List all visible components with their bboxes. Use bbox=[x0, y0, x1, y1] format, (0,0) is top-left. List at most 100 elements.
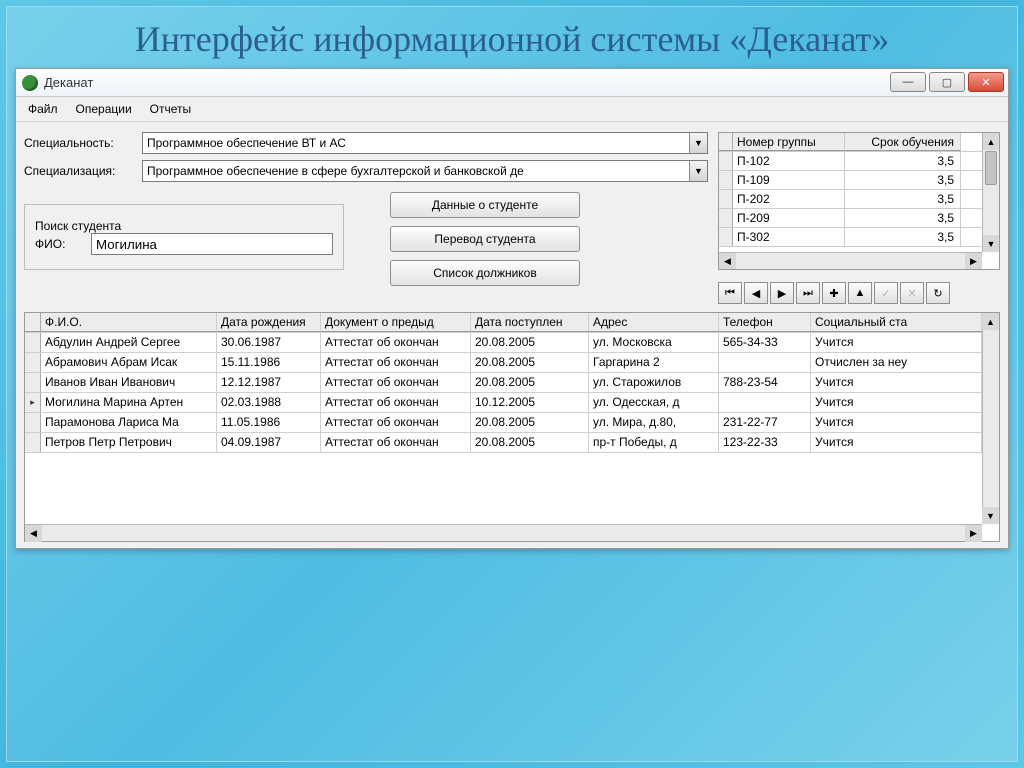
scroll-right-icon[interactable]: ▶ bbox=[965, 253, 982, 269]
grid-hscrollbar[interactable]: ◀ ▶ bbox=[25, 524, 982, 541]
nav-prev-button[interactable]: ◀ bbox=[744, 282, 768, 304]
cell-dob: 04.09.1987 bbox=[217, 433, 321, 452]
groups-table[interactable]: Номер группы Срок обучения П-1023,5П-109… bbox=[718, 132, 1000, 270]
menu-file[interactable]: Файл bbox=[20, 99, 66, 119]
cell-address: ул. Мира, д.80, bbox=[589, 413, 719, 432]
titlebar: Деканат — ▢ ✕ bbox=[16, 69, 1008, 97]
close-button[interactable]: ✕ bbox=[968, 72, 1004, 92]
nav-delete-button[interactable]: ▲ bbox=[848, 282, 872, 304]
cell-social: Учится bbox=[811, 393, 982, 412]
debtors-list-button[interactable]: Список должников bbox=[390, 260, 580, 286]
scroll-left-icon[interactable]: ◀ bbox=[719, 253, 736, 269]
student-row[interactable]: Петров Петр Петрович04.09.1987Аттестат о… bbox=[25, 433, 982, 453]
cell-admission: 10.12.2005 bbox=[471, 393, 589, 412]
cell-address: ул. Московска bbox=[589, 333, 719, 352]
cell-social: Учится bbox=[811, 433, 982, 452]
groups-hscrollbar[interactable]: ◀ ▶ bbox=[719, 252, 982, 269]
search-group: Поиск студента ФИО: bbox=[24, 204, 344, 270]
cell-group: П-209 bbox=[733, 209, 845, 227]
groups-col-group[interactable]: Номер группы bbox=[733, 133, 845, 151]
groups-row[interactable]: П-2023,5 bbox=[719, 190, 982, 209]
maximize-button[interactable]: ▢ bbox=[929, 72, 965, 92]
col-fio[interactable]: Ф.И.О. bbox=[41, 313, 217, 332]
nav-first-button[interactable]: ⏮ bbox=[718, 282, 742, 304]
cell-address: Гаргарина 2 bbox=[589, 353, 719, 372]
col-address[interactable]: Адрес bbox=[589, 313, 719, 332]
groups-col-term[interactable]: Срок обучения bbox=[845, 133, 961, 151]
col-social[interactable]: Социальный ста bbox=[811, 313, 982, 332]
cell-fio: Абрамович Абрам Исак bbox=[41, 353, 217, 372]
row-pointer-icon bbox=[25, 373, 41, 392]
col-dob[interactable]: Дата рождения bbox=[217, 313, 321, 332]
col-doc[interactable]: Документ о предыд bbox=[321, 313, 471, 332]
student-row[interactable]: Абдулин Андрей Сергее30.06.1987Аттестат … bbox=[25, 333, 982, 353]
cell-group: П-109 bbox=[733, 171, 845, 189]
row-pointer-icon bbox=[25, 333, 41, 352]
app-window: Деканат — ▢ ✕ Файл Операции Отчеты Специ… bbox=[15, 68, 1009, 549]
groups-row[interactable]: П-3023,5 bbox=[719, 228, 982, 247]
cell-social: Учится bbox=[811, 413, 982, 432]
col-phone[interactable]: Телефон bbox=[719, 313, 811, 332]
cell-admission: 20.08.2005 bbox=[471, 373, 589, 392]
cell-dob: 15.11.1986 bbox=[217, 353, 321, 372]
scroll-up-icon[interactable]: ▲ bbox=[983, 133, 999, 150]
cell-term: 3,5 bbox=[845, 209, 961, 227]
cell-doc: Аттестат об окончан bbox=[321, 413, 471, 432]
scroll-up-icon[interactable]: ▲ bbox=[982, 313, 999, 330]
nav-refresh-button[interactable]: ↻ bbox=[926, 282, 950, 304]
nav-next-button[interactable]: ▶ bbox=[770, 282, 794, 304]
chevron-down-icon[interactable]: ▼ bbox=[689, 133, 707, 153]
scroll-thumb[interactable] bbox=[985, 151, 997, 185]
groups-row[interactable]: П-1093,5 bbox=[719, 171, 982, 190]
groups-rowheader bbox=[719, 133, 733, 151]
cell-term: 3,5 bbox=[845, 190, 961, 208]
grid-corner bbox=[25, 313, 41, 332]
student-row[interactable]: Абрамович Абрам Исак15.11.1986Аттестат о… bbox=[25, 353, 982, 373]
row-header bbox=[719, 152, 733, 170]
transfer-student-button[interactable]: Перевод студента bbox=[390, 226, 580, 252]
menu-operations[interactable]: Операции bbox=[68, 99, 140, 119]
specialty-combo[interactable]: Программное обеспечение ВТ и АС ▼ bbox=[142, 132, 708, 154]
specialty-value: Программное обеспечение ВТ и АС bbox=[143, 136, 689, 150]
cell-admission: 20.08.2005 bbox=[471, 353, 589, 372]
scroll-down-icon[interactable]: ▼ bbox=[983, 235, 999, 252]
scroll-down-icon[interactable]: ▼ bbox=[982, 507, 999, 524]
student-row[interactable]: Иванов Иван Иванович12.12.1987Аттестат о… bbox=[25, 373, 982, 393]
app-icon bbox=[22, 75, 38, 91]
student-row[interactable]: Парамонова Лариса Ма11.05.1986Аттестат о… bbox=[25, 413, 982, 433]
cell-fio: Иванов Иван Иванович bbox=[41, 373, 217, 392]
groups-vscrollbar[interactable]: ▲ ▼ bbox=[982, 133, 999, 252]
specialty-label: Специальность: bbox=[24, 136, 134, 150]
groups-row[interactable]: П-2093,5 bbox=[719, 209, 982, 228]
col-admission[interactable]: Дата поступлен bbox=[471, 313, 589, 332]
specialization-combo[interactable]: Программное обеспечение в сфере бухгалте… bbox=[142, 160, 708, 182]
student-row[interactable]: ▸Могилина Марина Артен02.03.1988Аттестат… bbox=[25, 393, 982, 413]
grid-vscrollbar[interactable]: ▲ ▼ bbox=[982, 313, 999, 524]
row-pointer-icon bbox=[25, 433, 41, 452]
scroll-left-icon[interactable]: ◀ bbox=[25, 525, 42, 542]
minimize-button[interactable]: — bbox=[890, 72, 926, 92]
menu-reports[interactable]: Отчеты bbox=[142, 99, 199, 119]
scroll-right-icon[interactable]: ▶ bbox=[965, 525, 982, 542]
fio-input[interactable] bbox=[91, 233, 333, 255]
student-details-button[interactable]: Данные о студенте bbox=[390, 192, 580, 218]
cell-social: Отчислен за неу bbox=[811, 353, 982, 372]
cell-admission: 20.08.2005 bbox=[471, 333, 589, 352]
nav-add-button[interactable]: ✚ bbox=[822, 282, 846, 304]
cell-doc: Аттестат об окончан bbox=[321, 333, 471, 352]
cell-fio: Парамонова Лариса Ма bbox=[41, 413, 217, 432]
cell-admission: 20.08.2005 bbox=[471, 433, 589, 452]
cell-fio: Могилина Марина Артен bbox=[41, 393, 217, 412]
nav-last-button[interactable]: ⏭ bbox=[796, 282, 820, 304]
nav-cancel-button[interactable]: ✕ bbox=[900, 282, 924, 304]
row-header bbox=[719, 190, 733, 208]
chevron-down-icon[interactable]: ▼ bbox=[689, 161, 707, 181]
groups-row[interactable]: П-1023,5 bbox=[719, 152, 982, 171]
row-header bbox=[719, 228, 733, 246]
cell-social: Учится bbox=[811, 373, 982, 392]
cell-social: Учится bbox=[811, 333, 982, 352]
students-grid[interactable]: Ф.И.О. Дата рождения Документ о предыд Д… bbox=[24, 312, 1000, 542]
window-title: Деканат bbox=[44, 75, 93, 90]
nav-post-button[interactable]: ✓ bbox=[874, 282, 898, 304]
cell-term: 3,5 bbox=[845, 171, 961, 189]
